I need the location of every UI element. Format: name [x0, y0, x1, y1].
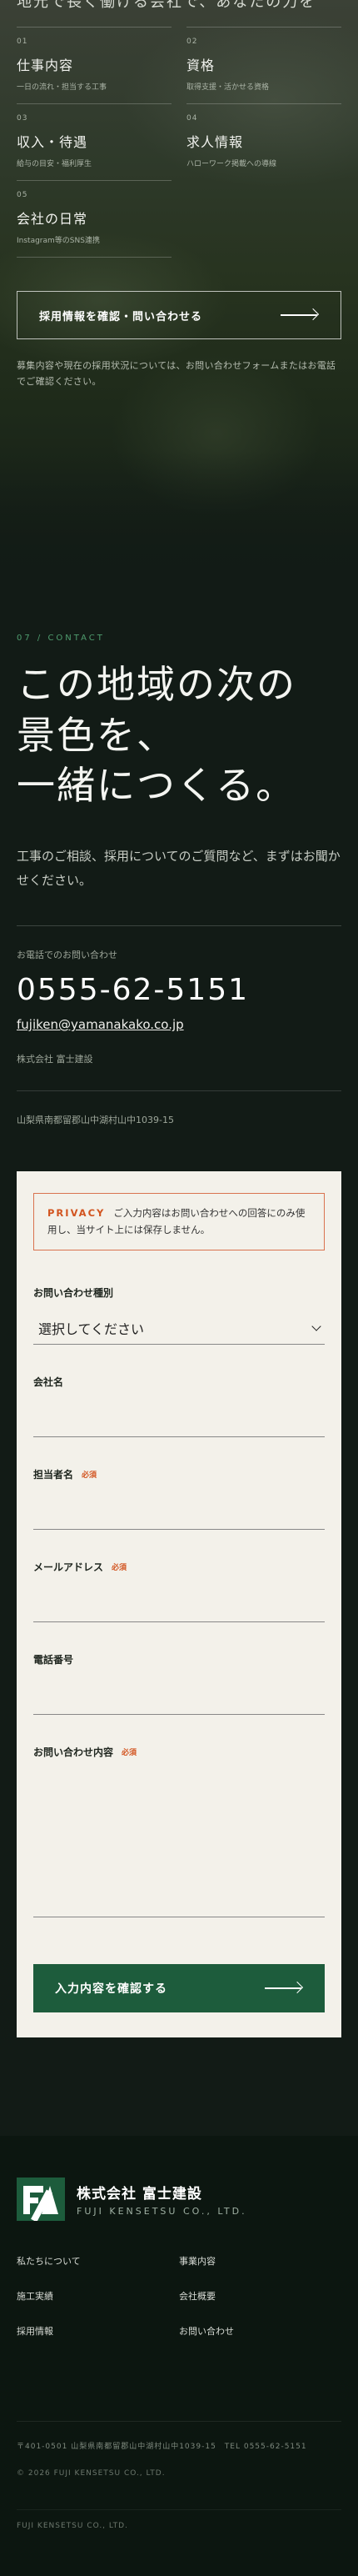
field-email: メールアドレス 必須: [33, 1560, 325, 1623]
footer-bottom-text: FUJI KENSETSU CO., LTD.: [17, 2509, 341, 2559]
card-title: 仕事内容: [17, 58, 74, 73]
footer-link-contact[interactable]: お問い合わせ: [179, 2324, 341, 2338]
company-address: 山梨県南都留郡山中湖村山中1039-15: [17, 1115, 174, 1126]
recruit-card-income[interactable]: 03 収入・待遇 給与の目安・福利厚生: [17, 103, 172, 180]
card-subtitle: ハローワーク掲載への導線: [186, 160, 277, 168]
privacy-label: PRIVACY: [47, 1207, 106, 1220]
recruit-card-work[interactable]: 01 仕事内容 一日の流れ・担当する工事: [17, 27, 172, 103]
arrow-right-icon: [281, 309, 319, 321]
privacy-notice: PRIVACY ご入力内容はお問い合わせへの回答にのみ使用し、当サイト上には保存し…: [33, 1193, 325, 1251]
footer-nav: 私たちについて 事業内容 施工実績 会社概要 採用情報 お問い合わせ: [17, 2254, 341, 2338]
recruit-note: 募集内容や現在の採用状況については、お問い合わせフォームまたはお電話でご確認くだ…: [17, 360, 336, 388]
divider: [17, 925, 341, 927]
required-badge: 必須: [112, 1564, 127, 1573]
field-label: お問い合わせ内容 必須: [33, 1747, 137, 1759]
required-badge: 必須: [82, 1471, 97, 1481]
tel-number[interactable]: 0555-62-5151: [17, 973, 341, 1007]
field-company: 会社名: [33, 1375, 325, 1438]
card-number: 05: [17, 191, 28, 199]
card-subtitle: 一日の流れ・担当する工事: [17, 83, 107, 92]
chevron-down-icon: [311, 1321, 321, 1331]
card-title: 会社の日常: [17, 211, 88, 227]
card-subtitle: 取得支援・活かせる資格: [186, 83, 270, 92]
confirm-submit-button[interactable]: 入力内容を確認する: [33, 1964, 325, 2013]
site-footer: 株式会社 富士建設 FUJI KENSETSU CO., LTD. 私たちについ…: [0, 2136, 358, 2576]
phone-input[interactable]: [33, 1678, 325, 1716]
contact-form: PRIVACY ご入力内容はお問い合わせへの回答にのみ使用し、当サイト上には保存し…: [17, 1171, 341, 2038]
recruit-cards: 01 仕事内容 一日の流れ・担当する工事 02 資格 取得支援・活かせる資格 0…: [17, 27, 341, 258]
tel-caption: お電話でのお問い合わせ: [17, 950, 117, 961]
card-title: 求人情報: [186, 134, 244, 150]
recruit-card-daily[interactable]: 05 会社の日常 Instagram等のSNS連携: [17, 180, 172, 258]
divider: [17, 1090, 341, 1092]
arrow-right-icon: [265, 1982, 303, 1994]
footer-link-about[interactable]: 私たちについて: [17, 2254, 179, 2268]
submit-label: 入力内容を確認する: [55, 1982, 167, 1997]
message-textarea[interactable]: [33, 1771, 325, 1918]
footer-link-services[interactable]: 事業内容: [179, 2254, 341, 2268]
company-input[interactable]: [33, 1401, 325, 1438]
email-input[interactable]: [33, 1586, 325, 1623]
field-phone: 電話番号: [33, 1652, 325, 1716]
footer-link-company[interactable]: 会社概要: [179, 2289, 341, 2303]
field-label: 電話番号: [33, 1654, 74, 1666]
section-eyebrow: 07 / CONTACT: [17, 634, 105, 643]
footer-brand[interactable]: 株式会社 富士建設 FUJI KENSETSU CO., LTD.: [17, 2178, 341, 2222]
email-link[interactable]: fujiken@yamanakako.co.jp: [17, 1017, 184, 1032]
field-inquiry-type: お問い合わせ種別 選択してください: [33, 1285, 325, 1346]
required-badge: 必須: [122, 1749, 137, 1758]
card-number: 02: [186, 38, 198, 46]
footer-copyright: © 2026 FUJI KENSETSU CO., LTD.: [17, 2469, 166, 2478]
card-subtitle: 給与の目安・福利厚生: [17, 160, 92, 168]
footer-company-jp: 株式会社 富士建設: [77, 2186, 202, 2203]
recruit-section: 地元で長く働ける会社で、あなたの力を 01 仕事内容 一日の流れ・担当する工事 …: [0, 0, 358, 584]
footer-link-works[interactable]: 施工実績: [17, 2289, 179, 2303]
contact-name-input[interactable]: [33, 1493, 325, 1531]
recruit-cta-button[interactable]: 採用情報を確認・問い合わせる: [17, 291, 341, 339]
recruit-heading-fragment: 地元で長く働ける会社で、あなたの力を: [17, 0, 316, 11]
field-contact-name: 担当者名 必須: [33, 1467, 325, 1531]
contact-headline: この地域の次の 景色を、 一緒につくる。: [17, 662, 296, 809]
recruit-card-jobs[interactable]: 04 求人情報 ハローワーク掲載への導線: [186, 103, 341, 180]
footer-address: 〒401-0501 山梨県南都留郡山中湖村山中1039-15 TEL 0555-…: [17, 2421, 341, 2451]
company-name: 株式会社 富士建設: [17, 1054, 93, 1065]
footer-link-recruit[interactable]: 採用情報: [17, 2324, 179, 2338]
inquiry-type-select[interactable]: 選択してください: [33, 1311, 325, 1346]
card-title: 収入・待遇: [17, 134, 88, 150]
select-value: 選択してください: [38, 1321, 145, 1337]
field-label: 担当者名 必須: [33, 1469, 97, 1481]
card-number: 01: [17, 38, 28, 46]
field-label: メールアドレス 必須: [33, 1561, 127, 1574]
recruit-card-qualifications[interactable]: 02 資格 取得支援・活かせる資格: [186, 27, 341, 103]
contact-lead: 工事のご相談、採用についてのご質問など、まずはお聞かせください。: [17, 849, 341, 888]
card-subtitle: Instagram等のSNS連携: [17, 237, 100, 245]
field-label: 会社名: [33, 1376, 64, 1389]
footer-company-en: FUJI KENSETSU CO., LTD.: [77, 2206, 247, 2218]
contact-section: 07 / CONTACT この地域の次の 景色を、 一緒につくる。 工事のご相談…: [0, 584, 358, 2063]
card-title: 資格: [186, 58, 216, 73]
field-label: お問い合わせ種別: [33, 1287, 114, 1300]
field-message: お問い合わせ内容 必須: [33, 1745, 325, 1918]
recruit-cta-label: 採用情報を確認・問い合わせる: [39, 310, 203, 323]
card-number: 03: [17, 114, 28, 123]
company-logo: [17, 2178, 65, 2222]
card-number: 04: [186, 114, 198, 123]
